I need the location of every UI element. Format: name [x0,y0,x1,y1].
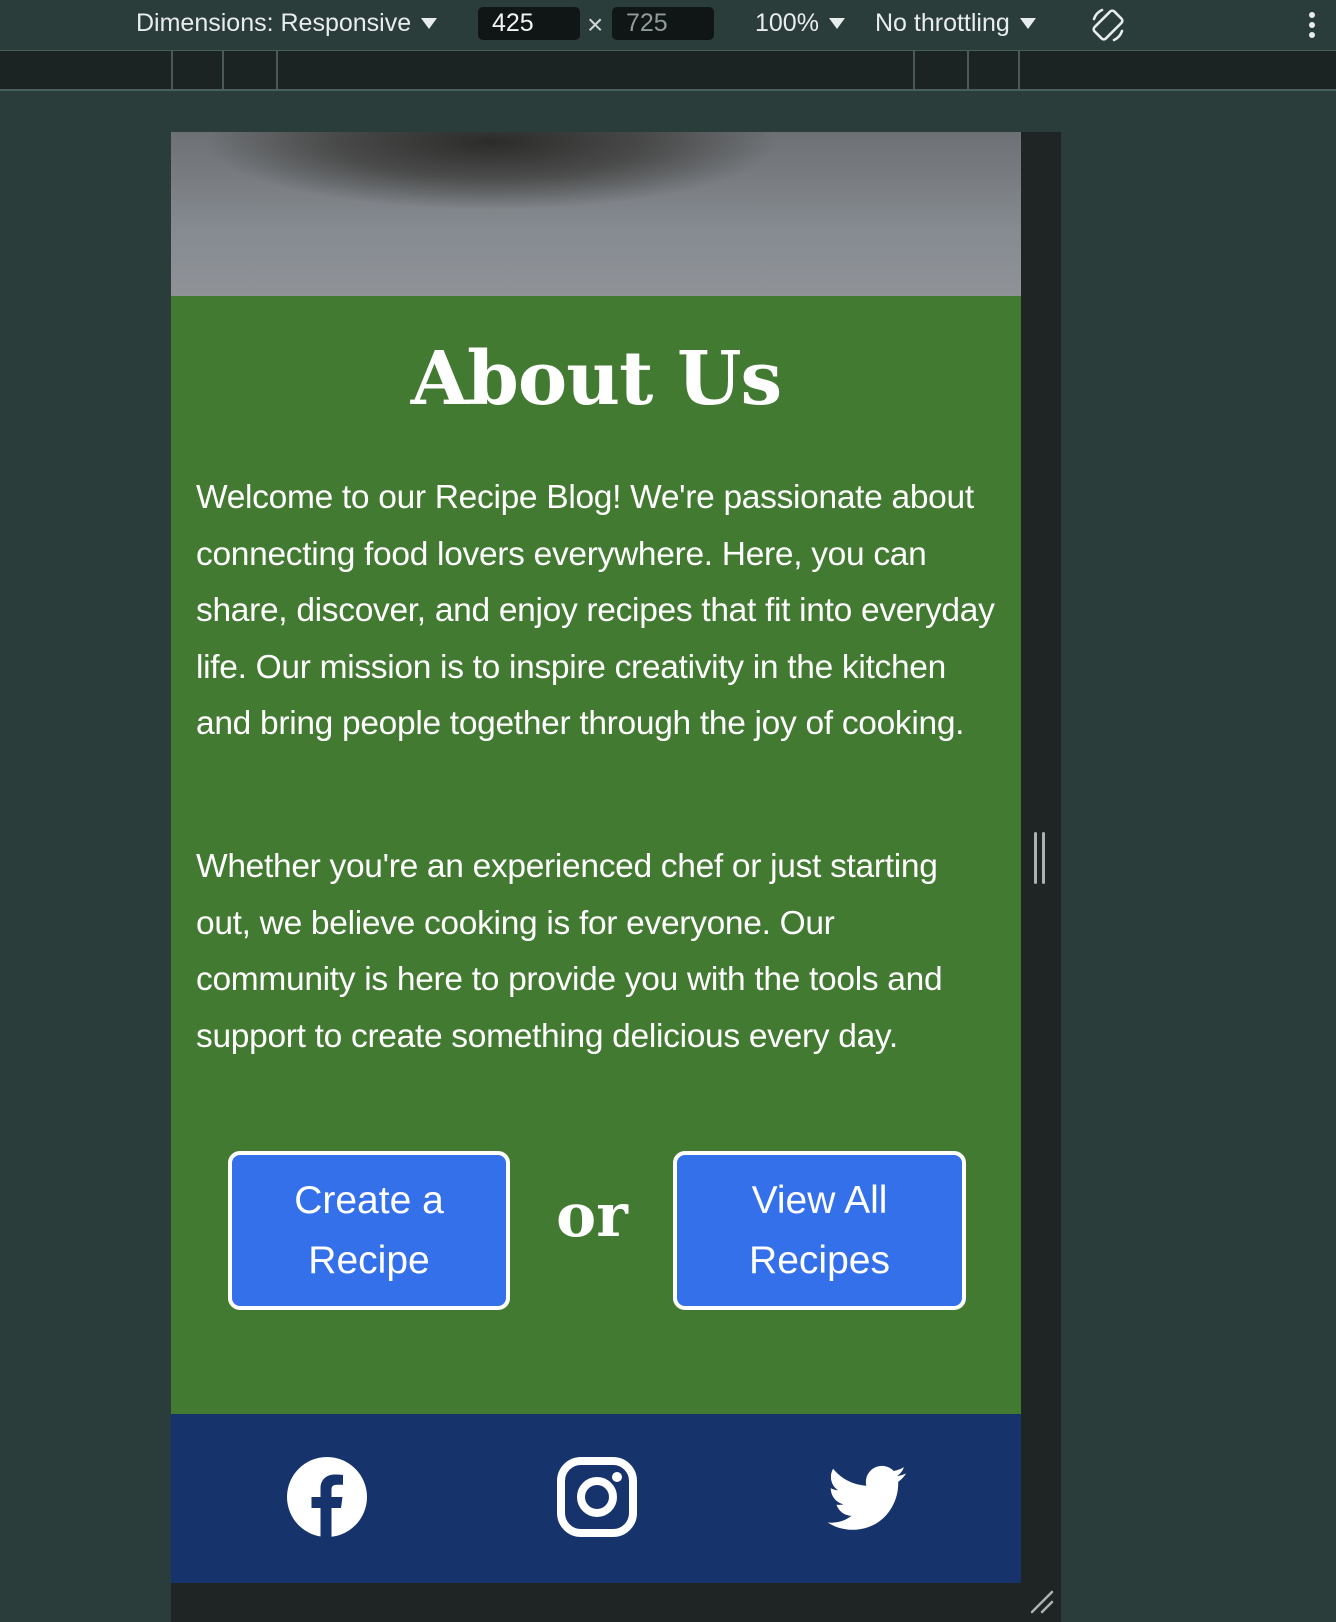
dimensions-dropdown[interactable]: Dimensions: Responsive [136,9,438,38]
more-options-icon[interactable] [1305,10,1319,40]
media-query-bar [0,51,1336,91]
rotate-icon[interactable] [1088,5,1128,45]
view-all-recipes-button[interactable]: View All Recipes [673,1151,966,1310]
create-recipe-label: Create a Recipe [294,1178,444,1282]
view-all-recipes-label: View All Recipes [749,1178,890,1282]
footer [171,1414,1021,1583]
create-recipe-button[interactable]: Create a Recipe [228,1151,510,1310]
zoom-dropdown[interactable]: 100% [755,9,845,38]
device-toolbar: Dimensions: Responsive 425 × 725 100% No… [0,0,1336,51]
throttling-dropdown[interactable]: No throttling [875,9,1036,38]
twitter-icon[interactable] [826,1456,908,1538]
chevron-down-icon [1019,18,1036,29]
media-query-marker[interactable] [913,51,915,89]
dimensions-label: Dimensions: Responsive [136,9,412,37]
chevron-down-icon [421,18,438,29]
media-query-marker[interactable] [171,51,173,89]
hero-image [171,132,1021,296]
media-query-marker[interactable] [276,51,278,89]
corner-resize-icon[interactable] [1028,1588,1056,1616]
facebook-icon[interactable] [286,1456,368,1538]
throttling-label: No throttling [875,9,1010,37]
about-section: About Us Welcome to our Recipe Blog! We'… [171,296,1021,1414]
width-resize-handle[interactable] [1034,832,1046,884]
zoom-label: 100% [755,9,819,37]
height-input[interactable]: 725 [612,7,714,40]
media-query-marker[interactable] [1018,51,1020,89]
width-input[interactable]: 425 [478,7,580,40]
device-viewport: About Us Welcome to our Recipe Blog! We'… [171,132,1021,1622]
about-title: About Us [410,336,782,422]
about-paragraph-1: Welcome to our Recipe Blog! We're passio… [196,479,995,742]
chevron-down-icon [828,18,845,29]
media-query-marker[interactable] [222,51,224,89]
media-query-marker[interactable] [967,51,969,89]
instagram-icon[interactable] [556,1456,638,1538]
or-separator: or [556,1181,628,1251]
about-paragraph-2: Whether you're an experienced chef or ju… [196,848,943,1055]
times-separator: × [587,9,604,40]
